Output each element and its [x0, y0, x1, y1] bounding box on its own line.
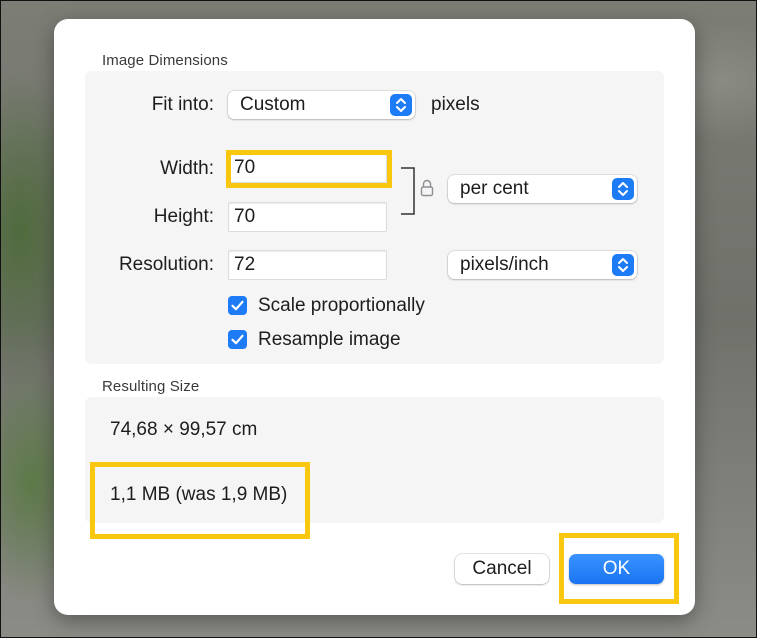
fit-into-popup[interactable]: Custom — [228, 91, 415, 119]
resulting-file-size-text: 1,1 MB (was 1,9 MB) — [110, 484, 288, 505]
scale-proportionally-label[interactable]: Scale proportionally — [258, 295, 425, 317]
cancel-button[interactable]: Cancel — [455, 554, 549, 584]
resample-image-label[interactable]: Resample image — [258, 329, 401, 351]
resolution-unit-popup[interactable]: pixels/inch — [448, 251, 637, 279]
resolution-input[interactable] — [229, 251, 386, 279]
fit-into-label: Fit into: — [151, 94, 214, 115]
width-field[interactable] — [229, 154, 386, 182]
checkmark-icon — [231, 300, 244, 311]
image-size-dialog: Image Dimensions Fit into: Custom pixels… — [54, 19, 695, 615]
height-input[interactable] — [229, 203, 386, 231]
up-down-chevron-icon — [390, 94, 412, 116]
scale-proportionally-checkbox[interactable] — [228, 296, 247, 315]
checkmark-icon — [231, 334, 244, 345]
resulting-dimensions-text: 74,68 × 99,57 cm — [110, 419, 258, 440]
resample-image-checkbox[interactable] — [228, 330, 247, 349]
size-unit-value: per cent — [460, 178, 529, 199]
image-dimensions-heading: Image Dimensions — [102, 52, 228, 69]
height-field[interactable] — [229, 203, 386, 231]
resolution-field[interactable] — [229, 251, 386, 279]
resolution-unit-value: pixels/inch — [460, 254, 549, 275]
lock-icon[interactable] — [420, 179, 434, 202]
size-unit-popup[interactable]: per cent — [448, 175, 637, 203]
up-down-chevron-icon — [612, 178, 634, 200]
background-image: Image Dimensions Fit into: Custom pixels… — [0, 0, 757, 638]
ok-button[interactable]: OK — [569, 554, 664, 584]
width-label: Width: — [160, 158, 214, 179]
fit-into-value: Custom — [240, 94, 306, 115]
fit-into-unit-label: pixels — [431, 94, 480, 115]
up-down-chevron-icon — [612, 254, 634, 276]
width-input[interactable] — [229, 154, 386, 182]
resolution-label: Resolution: — [118, 254, 214, 275]
resulting-size-heading: Resulting Size — [102, 378, 200, 395]
height-label: Height: — [153, 206, 214, 227]
